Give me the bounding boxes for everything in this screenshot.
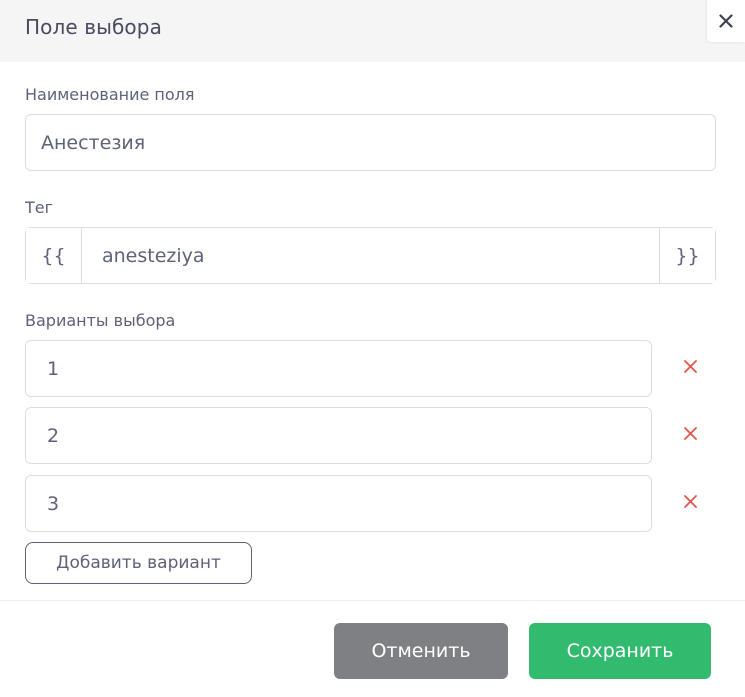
- option-value: 2: [47, 424, 60, 447]
- close-icon: [719, 14, 733, 28]
- tag-label: Тег: [25, 198, 54, 217]
- option-input[interactable]: 2: [25, 407, 652, 464]
- field-name-value: Анестезия: [41, 131, 146, 154]
- remove-icon: [683, 494, 697, 508]
- modal-title: Поле выбора: [25, 15, 162, 39]
- tag-input-group: {{ anesteziya }}: [25, 227, 716, 284]
- remove-option-button[interactable]: [681, 492, 699, 510]
- add-option-button[interactable]: Добавить вариант: [25, 542, 252, 584]
- option-input[interactable]: 1: [25, 340, 652, 397]
- remove-option-button[interactable]: [681, 357, 699, 375]
- cancel-button[interactable]: Отменить: [334, 623, 508, 679]
- option-row: 2: [25, 407, 716, 464]
- tag-prefix: {{: [26, 228, 82, 283]
- tag-suffix: }}: [659, 228, 715, 283]
- remove-option-button[interactable]: [681, 424, 699, 442]
- option-value: 1: [47, 357, 60, 380]
- field-name-input[interactable]: Анестезия: [25, 114, 716, 171]
- option-row: 1: [25, 340, 716, 397]
- tag-value: anesteziya: [102, 244, 205, 267]
- close-button[interactable]: [707, 0, 745, 42]
- tag-input[interactable]: anesteziya: [82, 228, 659, 283]
- option-row: 3: [25, 475, 716, 532]
- remove-icon: [683, 426, 697, 440]
- options-label: Варианты выбора: [25, 311, 176, 330]
- field-name-label: Наименование поля: [25, 85, 195, 104]
- option-input[interactable]: 3: [25, 475, 652, 532]
- remove-icon: [683, 359, 697, 373]
- save-button[interactable]: Сохранить: [529, 623, 711, 679]
- footer-divider: [0, 600, 745, 601]
- option-value: 3: [47, 492, 60, 515]
- modal-header: Поле выбора: [0, 0, 745, 62]
